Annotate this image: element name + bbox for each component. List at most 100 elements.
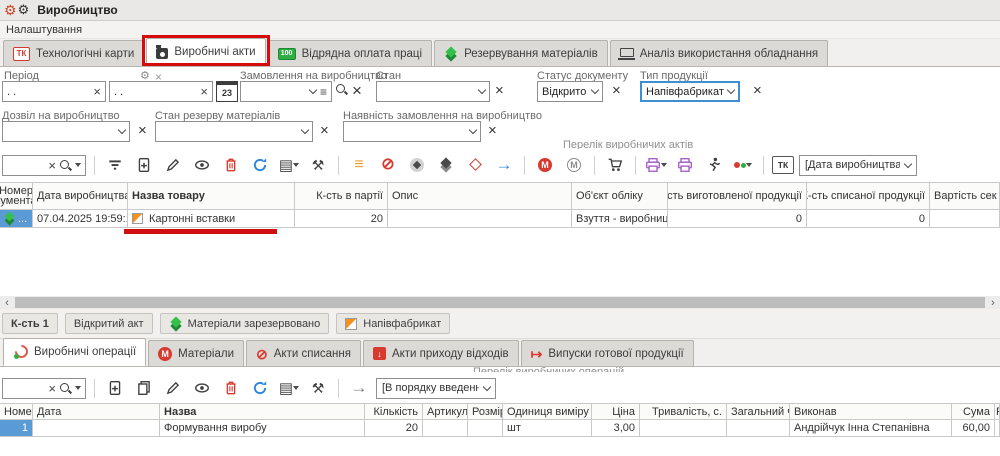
forward-button[interactable]: → — [492, 153, 516, 177]
cell-name[interactable]: Формування виробу — [160, 420, 365, 437]
tab-production-acts[interactable]: Виробничі акти — [146, 38, 265, 66]
cell-clipped[interactable] — [995, 420, 1000, 437]
col-name[interactable]: Назва — [160, 403, 365, 420]
cell-product[interactable]: Картонні вставки — [128, 210, 295, 228]
production-permit-clear[interactable]: × — [138, 123, 147, 138]
filter-button[interactable] — [103, 153, 127, 177]
cell-cost[interactable] — [930, 210, 1000, 228]
copy-button[interactable] — [132, 376, 156, 400]
reserve-state-combo[interactable] — [155, 121, 313, 142]
col-qty[interactable]: Кількість — [365, 403, 423, 420]
col-number[interactable]: Номер — [0, 403, 33, 420]
doc-status-combo[interactable]: Відкрито — [537, 81, 603, 102]
cell-qty[interactable]: 20 — [365, 420, 423, 437]
chevron-down-icon[interactable] — [727, 86, 735, 94]
refresh-button[interactable] — [248, 376, 272, 400]
col-duration[interactable]: Тривалість, с. — [640, 403, 727, 420]
col-performer[interactable]: Виконав — [790, 403, 952, 420]
scrollbar-thumb[interactable] — [15, 297, 985, 308]
row-selector-cell[interactable]: ... — [0, 210, 33, 228]
scroll-left-icon[interactable]: ‹ — [0, 296, 14, 309]
cell-date[interactable]: 07.04.2025 19:59:17 — [33, 210, 128, 228]
search-scope-caret-icon[interactable] — [75, 163, 81, 167]
print-button[interactable] — [644, 153, 668, 177]
tools-button[interactable]: ⚒ — [306, 376, 330, 400]
tab-equipment-analysis[interactable]: Аналіз використання обладнання — [610, 40, 828, 66]
tk-button[interactable]: ТК — [772, 156, 794, 174]
cell-total-time[interactable] — [727, 420, 790, 437]
cell-accounting-object[interactable]: Взуття - виробниц... — [572, 210, 668, 228]
run-button[interactable] — [702, 153, 726, 177]
view-button[interactable] — [190, 376, 214, 400]
acts-search-input[interactable]: × — [2, 155, 86, 176]
edit-button[interactable] — [161, 376, 185, 400]
clear-icon[interactable]: × — [48, 159, 56, 172]
chevron-down-icon[interactable] — [478, 86, 486, 94]
state-combo[interactable] — [376, 81, 490, 102]
col-price[interactable]: Ціна — [592, 403, 640, 420]
cell-sum[interactable]: 60,00 — [952, 420, 995, 437]
cart-button[interactable] — [603, 153, 627, 177]
col-size[interactable]: Розмір — [468, 403, 503, 420]
tab-write-off-acts[interactable]: ⊘ Акти списання — [246, 340, 361, 366]
print-preview-button[interactable] — [673, 153, 697, 177]
materials-gray-button[interactable]: M — [562, 153, 586, 177]
clear-icon[interactable]: × — [93, 85, 101, 98]
col-doc-number[interactable]: Номер кумента — [0, 182, 33, 210]
list-picker-icon[interactable]: ≡ — [320, 86, 327, 98]
tab-material-reservation[interactable]: Резервування матеріалів — [434, 40, 608, 66]
col-date[interactable]: Дата виробництва — [33, 182, 128, 210]
col-date[interactable]: Дата — [33, 403, 160, 420]
tab-production-operations[interactable]: Виробничі операції — [3, 338, 146, 366]
tools-button[interactable]: ⚒ — [306, 153, 330, 177]
production-order-combo[interactable]: ≡ — [240, 81, 332, 102]
refresh-button[interactable] — [248, 153, 272, 177]
cell-number[interactable]: 1 — [0, 420, 33, 437]
ops-search-input[interactable]: × — [2, 378, 86, 399]
chevron-down-icon[interactable] — [591, 86, 599, 94]
circle-layers-button[interactable] — [405, 153, 429, 177]
menu-settings[interactable]: Налаштування — [6, 24, 82, 36]
chevron-down-icon[interactable] — [904, 159, 912, 167]
order-availability-combo[interactable] — [343, 121, 481, 142]
chevron-down-icon[interactable] — [309, 86, 317, 94]
state-clear[interactable]: × — [495, 83, 504, 98]
chevron-down-icon[interactable] — [483, 382, 491, 390]
cell-date[interactable] — [33, 420, 160, 437]
acts-data-row[interactable]: ... 07.04.2025 19:59:17 Картонні вставки… — [0, 210, 1000, 228]
product-type-clear[interactable]: × — [753, 83, 762, 98]
edit-button[interactable] — [161, 153, 185, 177]
layers-button[interactable] — [434, 153, 458, 177]
unreserve-button[interactable] — [463, 153, 487, 177]
cell-written-off-qty[interactable]: 0 — [807, 210, 930, 228]
ops-data-row[interactable]: 1 Формування виробу 20 шт 3,00 Андрійчук… — [0, 420, 1000, 437]
cell-unit[interactable]: шт — [503, 420, 592, 437]
reserve-state-clear[interactable]: × — [320, 123, 329, 138]
report-button[interactable]: ▤ — [277, 153, 301, 177]
cell-performer[interactable]: Андрійчук Інна Степанівна — [790, 420, 952, 437]
add-button[interactable] — [132, 153, 156, 177]
cell-description[interactable] — [388, 210, 572, 228]
col-produced-qty[interactable]: К-сть виготовленої продукції — [668, 182, 807, 210]
horizontal-scrollbar[interactable]: ‹ › — [0, 296, 1000, 309]
col-description[interactable]: Опис — [388, 182, 572, 210]
col-cost[interactable]: Вартість сек — [930, 182, 1000, 210]
cell-size[interactable] — [468, 420, 503, 437]
delete-button[interactable] — [219, 376, 243, 400]
search-scope-caret-icon[interactable] — [75, 386, 81, 390]
clear-icon[interactable]: × — [200, 85, 208, 98]
cancel-act-button[interactable]: ⊘ — [376, 153, 400, 177]
col-written-off-qty[interactable]: К-сть списаної продукції — [807, 182, 930, 210]
production-permit-combo[interactable] — [2, 121, 130, 142]
tab-waste-receipt-acts[interactable]: ↓ Акти приходу відходів — [363, 340, 519, 366]
tab-materials[interactable]: M Матеріали — [148, 340, 244, 366]
view-button[interactable] — [190, 153, 214, 177]
tab-piecework-pay[interactable]: 100 Відрядна оплата праці — [268, 40, 432, 66]
cell-article[interactable] — [423, 420, 468, 437]
chevron-down-icon[interactable] — [469, 126, 477, 134]
doc-status-clear[interactable]: × — [612, 83, 621, 98]
period-to-field[interactable]: . . × — [109, 81, 213, 102]
scroll-right-icon[interactable]: › — [986, 296, 1000, 309]
tab-tech-cards[interactable]: ТК Технологічні карти — [3, 40, 144, 66]
cell-duration[interactable] — [640, 420, 727, 437]
